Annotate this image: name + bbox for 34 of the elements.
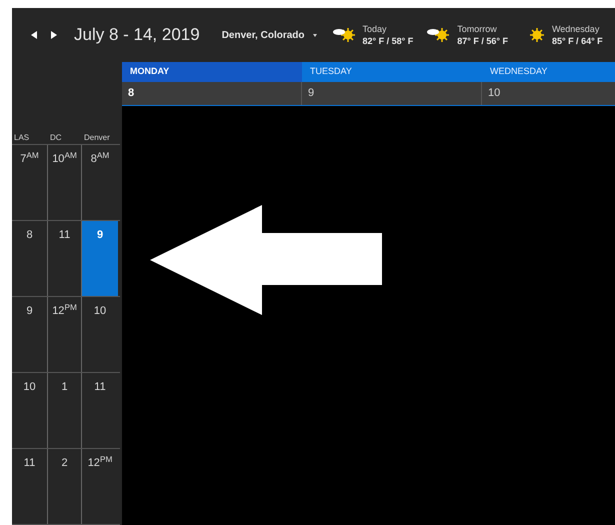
right-triangle-icon [51, 31, 57, 39]
time-zone-label: DC [49, 132, 63, 144]
hour-cell: 2 [48, 449, 82, 524]
hour-cell-text: 12$^{PM}$ [86, 454, 114, 471]
day-header[interactable]: MONDAY [122, 62, 302, 82]
forecast-temperature: 85° F / 64° F [552, 35, 603, 47]
hour-cell-text: 10 [92, 304, 108, 319]
hour-cell-text: 11 [93, 380, 107, 395]
forecast-temperature: 87° F / 56° F [457, 35, 508, 47]
hour-cell: 1 [48, 373, 82, 448]
day-date[interactable]: 9 [302, 82, 482, 105]
hour-cell: 12$^{PM}$ [48, 297, 82, 372]
hour-cell: 10$^{AM}$ [48, 145, 82, 220]
day-header[interactable]: TUESDAY [302, 62, 482, 82]
hour-cell: 10 [12, 373, 48, 448]
hour-cell: 11 [12, 449, 48, 524]
time-zone-label: LAS [13, 132, 30, 144]
time-zone-label: Denver [83, 132, 111, 144]
forecast-temperature: 82° F / 58° F [362, 35, 414, 47]
hour-cell: 8 [12, 221, 48, 296]
hour-cell: 9 [12, 297, 48, 372]
day-header[interactable]: WEDNESDAY [482, 62, 615, 82]
hour-cell: 7$^{AM}$ [12, 145, 48, 220]
day-date[interactable]: 8 [122, 82, 302, 105]
hour-cell-text: 8$^{AM}$ [90, 150, 110, 167]
left-triangle-icon [31, 31, 37, 39]
date-range-title: July 8 - 14, 2019 [74, 24, 200, 46]
day-date[interactable]: 10 [482, 82, 615, 105]
hour-cell: 9 [82, 221, 118, 296]
caret-icon [312, 34, 317, 36]
forecast-day: Tomorrow [457, 23, 508, 35]
location-dropdown[interactable]: Denver, Colorado [222, 28, 317, 42]
forecast-day: Wednesday [552, 23, 603, 35]
forecast-day: Today [362, 23, 414, 35]
